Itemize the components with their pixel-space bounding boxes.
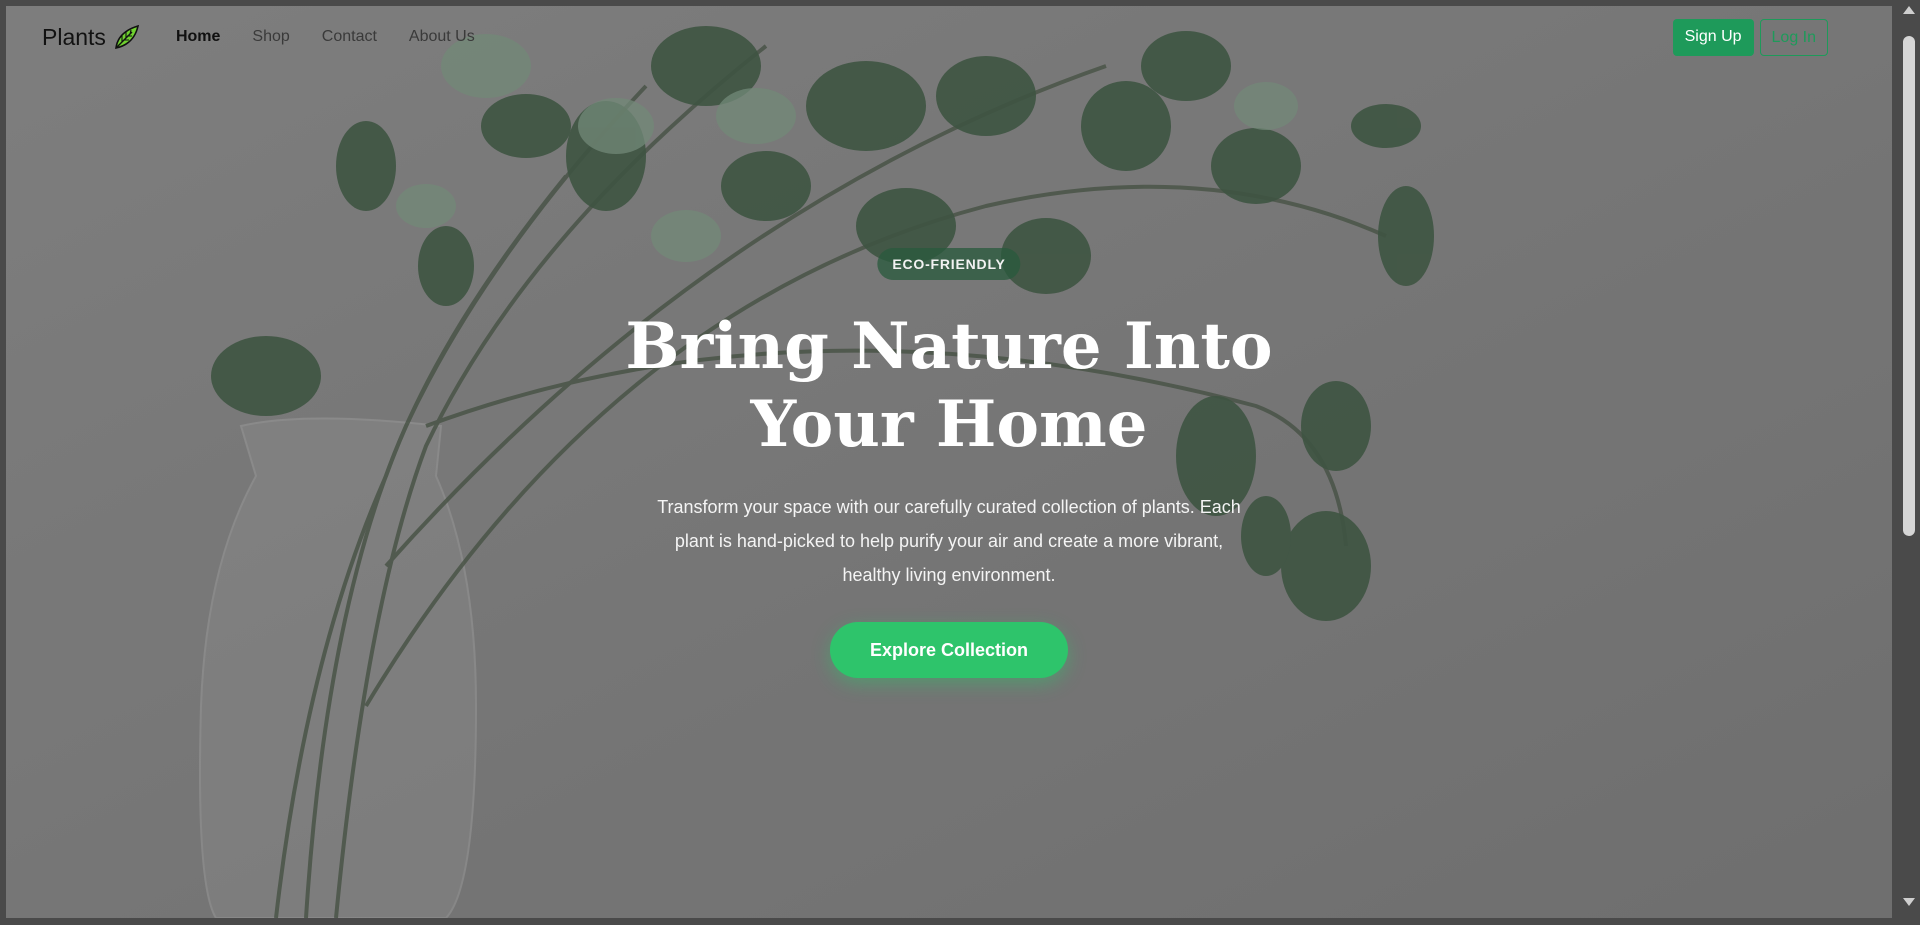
scroll-up-arrow-icon[interactable] (1903, 6, 1915, 14)
explore-collection-button[interactable]: Explore Collection (829, 622, 1069, 678)
vertical-scrollbar[interactable] (1898, 0, 1920, 912)
auth-buttons: Sign Up Log In (1672, 18, 1828, 56)
top-navbar: Plants Home Shop Contact About Us Sign U… (6, 6, 1892, 68)
scroll-down-arrow-icon[interactable] (1903, 898, 1915, 906)
hero-title: Bring Nature Into Your Home (625, 309, 1273, 462)
nav-link-about-us[interactable]: About Us (409, 28, 475, 46)
nav-link-shop[interactable]: Shop (252, 28, 289, 46)
brand-logo[interactable]: Plants (42, 22, 142, 52)
brand-name: Plants (42, 23, 106, 50)
nav-links: Home Shop Contact About Us (176, 28, 475, 46)
nav-link-home[interactable]: Home (176, 28, 220, 46)
scrollbar-thumb[interactable] (1903, 36, 1915, 536)
leaf-icon (112, 22, 142, 52)
nav-link-contact[interactable]: Contact (322, 28, 377, 46)
log-in-button[interactable]: Log In (1759, 18, 1828, 56)
browser-viewport: Plants Home Shop Contact About Us Sign U… (6, 6, 1892, 918)
sign-up-button[interactable]: Sign Up (1672, 18, 1754, 56)
hero-description: Transform your space with our carefully … (657, 497, 1241, 585)
eco-friendly-badge: ECO-FRIENDLY (877, 248, 1021, 280)
